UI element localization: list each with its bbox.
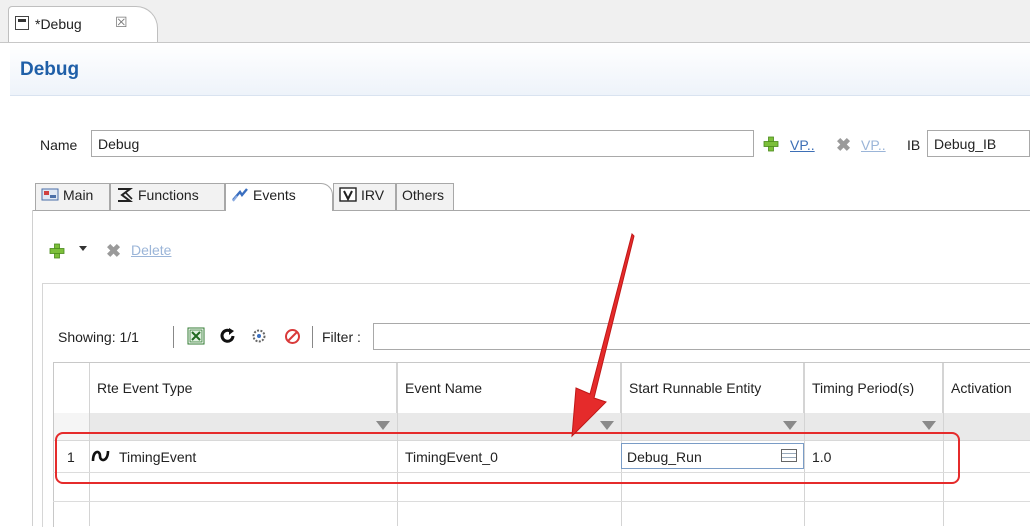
column-header-start-runnable-entity[interactable]: Start Runnable Entity xyxy=(621,363,804,413)
column-header-activation[interactable]: Activation xyxy=(943,363,1030,413)
name-label: Name xyxy=(40,137,78,153)
events-icon xyxy=(232,188,248,202)
main-icon xyxy=(41,188,59,201)
red-arrow-annotation xyxy=(571,233,635,438)
clear-filter-icon[interactable] xyxy=(284,328,301,345)
ib-field[interactable]: Debug_IB xyxy=(927,130,1030,157)
tab-functions-label: Functions xyxy=(138,187,199,203)
column-header-rte-event-type[interactable]: Rte Event Type xyxy=(89,363,397,413)
tab-functions[interactable]: Functions xyxy=(110,183,225,210)
column-header-timing-period[interactable]: Timing Period(s) xyxy=(804,363,943,413)
filter-funnel-icon[interactable] xyxy=(376,421,390,430)
filter-funnel-icon[interactable] xyxy=(922,421,936,430)
close-icon[interactable]: ☒ xyxy=(115,14,128,31)
toolbar-separator xyxy=(173,326,174,348)
editor-file-icon xyxy=(15,16,29,30)
functions-icon xyxy=(118,188,133,202)
refresh-icon[interactable] xyxy=(219,327,237,345)
editor-tab-label: *Debug xyxy=(35,16,82,32)
highlight-annotation xyxy=(55,432,960,484)
tab-irv-label: IRV xyxy=(361,187,385,203)
excel-export-icon[interactable] xyxy=(187,327,205,345)
filter-input[interactable] xyxy=(373,323,1030,350)
tab-irv[interactable]: IRV xyxy=(333,183,396,210)
tab-events[interactable]: Events xyxy=(225,183,333,211)
tab-main-label: Main xyxy=(63,187,94,203)
showing-count: Showing: 1/1 xyxy=(58,329,139,345)
editor-tab-debug[interactable]: *Debug ☒ xyxy=(8,6,158,42)
add-vp-icon[interactable] xyxy=(763,136,779,152)
chevron-down-icon[interactable] xyxy=(79,246,87,251)
tab-events-label: Events xyxy=(253,187,296,203)
tab-others[interactable]: Others xyxy=(396,183,454,210)
page-title: Debug xyxy=(20,59,80,80)
add-vp-link[interactable]: VP.. xyxy=(790,137,815,153)
remove-vp-link[interactable]: VP.. xyxy=(861,137,886,153)
irv-icon xyxy=(339,187,357,202)
filter-funnel-icon[interactable] xyxy=(783,421,797,430)
tab-others-label: Others xyxy=(402,187,445,203)
row-divider xyxy=(53,501,1030,502)
delete-link[interactable]: Delete xyxy=(131,242,171,258)
toolbar-separator xyxy=(312,326,313,348)
remove-vp-icon[interactable]: ✖ xyxy=(836,136,852,154)
form-header xyxy=(10,43,1030,96)
filter-label: Filter : xyxy=(322,329,361,345)
settings-icon[interactable] xyxy=(251,328,267,344)
ib-label: IB xyxy=(907,137,921,153)
add-event-icon[interactable] xyxy=(49,243,65,259)
delete-icon[interactable]: ✖ xyxy=(106,242,122,260)
name-field[interactable]: Debug xyxy=(91,130,754,157)
tab-main[interactable]: Main xyxy=(35,183,110,210)
